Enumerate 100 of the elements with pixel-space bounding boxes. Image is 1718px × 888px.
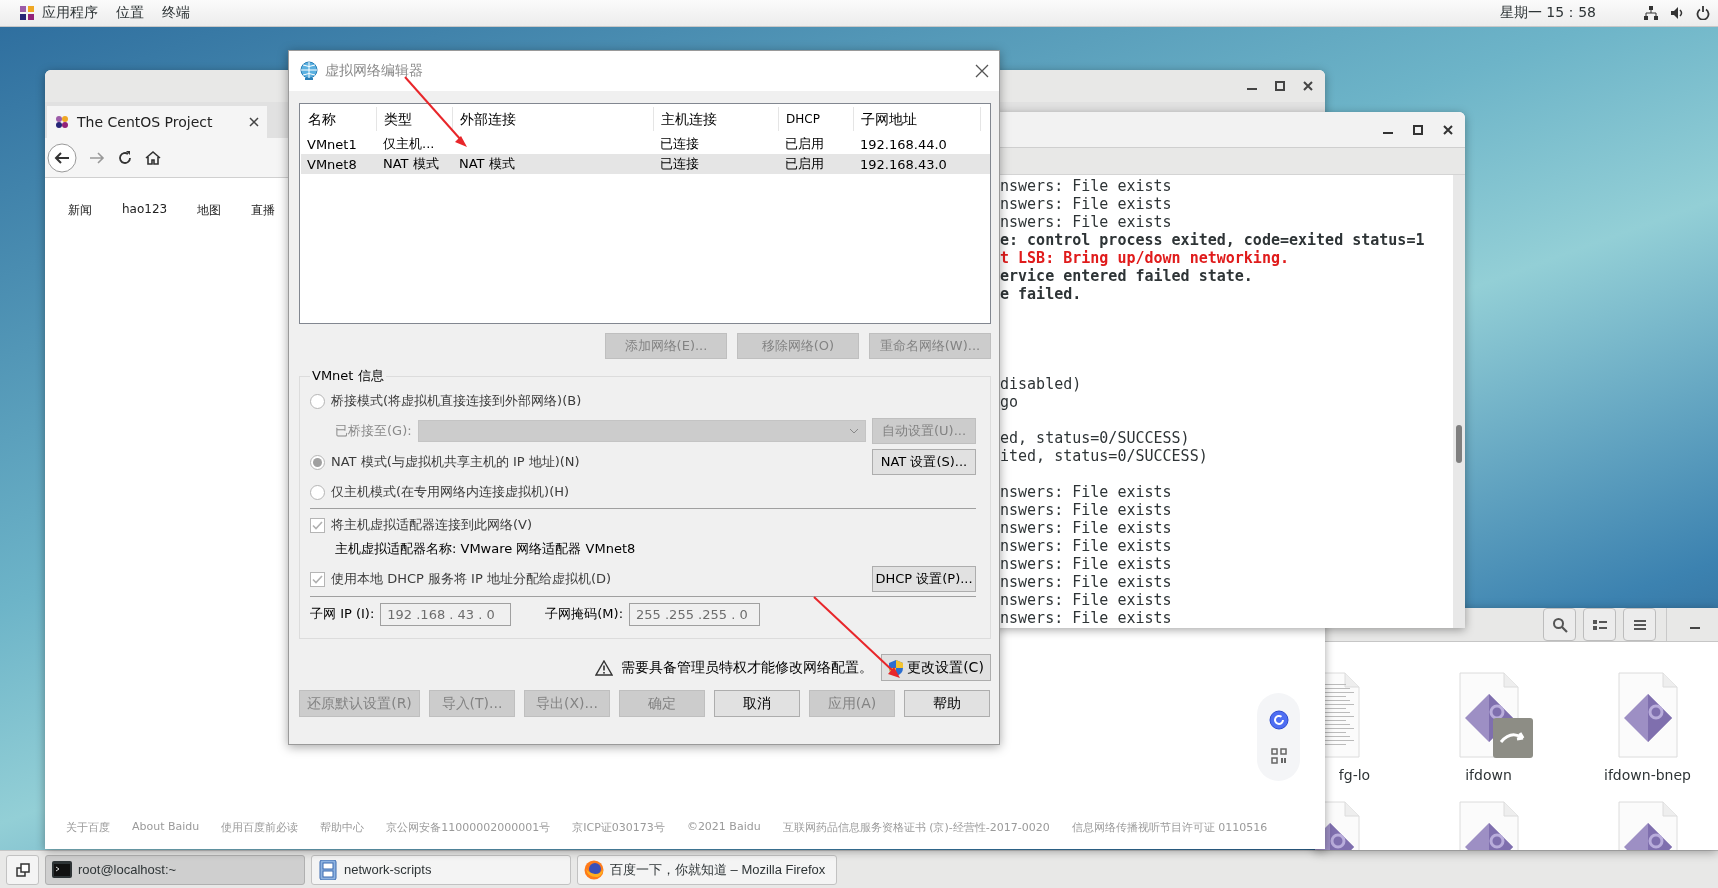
- check-icon: [312, 574, 323, 584]
- radio-button[interactable]: [310, 454, 325, 470]
- network-list[interactable]: 名称 类型 外部连接 主机连接 DHCP 子网地址 VMnet1 仅主机... 已连接 已启用 192.168.44.0 VMnet8 NAT 模式 NAT 模式 已连接 已启用 192.168.43.0: [299, 103, 991, 324]
- dialog-button[interactable]: 帮助: [904, 690, 990, 717]
- back-button[interactable]: [47, 142, 77, 173]
- qr-code-icon[interactable]: [1270, 748, 1287, 764]
- scrollbar-thumb[interactable]: [1456, 425, 1462, 463]
- list-view-icon: [1592, 618, 1607, 631]
- table-cell-text: NAT 模式: [382, 155, 440, 173]
- table-cell-text: 已启用: [784, 155, 825, 173]
- close-icon[interactable]: [1443, 124, 1453, 135]
- terminal-line: e: control process exited, code=exited status=1: [1000, 231, 1426, 249]
- terminal-line: go: [1000, 393, 1020, 411]
- radio-label[interactable]: 仅主机模式(在专用网络内连接虚拟机)(H): [331, 483, 570, 501]
- tab-title[interactable]: The CentOS Project: [77, 114, 241, 130]
- terminal-line: nswers: File exists: [1000, 573, 1173, 591]
- menu-button[interactable]: [1623, 608, 1656, 641]
- column-header[interactable]: 主机连接: [654, 107, 779, 131]
- column-header[interactable]: 名称: [301, 107, 377, 131]
- terminal-line: nswers: File exists: [1000, 177, 1173, 195]
- chevron-down-icon: [849, 428, 859, 434]
- selected-row[interactable]: VMnet8 NAT 模式 NAT 模式 已连接 已启用 192.168.43.0: [301, 154, 990, 174]
- view-toggle-button[interactable]: [1583, 608, 1616, 641]
- dhcp-settings-button[interactable]: DHCP 设置(P)...: [872, 566, 976, 592]
- table-row[interactable]: VMnet1 仅主机... 已连接 已启用 192.168.44.0: [301, 134, 990, 154]
- ip-field[interactable]: 192 .168 . 43 . 0: [380, 602, 512, 626]
- terminal-line: nswers: File exists: [1000, 591, 1173, 609]
- app-logo-icon[interactable]: [20, 6, 34, 20]
- terminal-line: disabled): [1000, 375, 1083, 393]
- pinwheel-icon: [55, 115, 69, 129]
- volume-icon[interactable]: [1670, 6, 1684, 20]
- windows-icon: [15, 862, 30, 877]
- menu-item[interactable]: 终端: [154, 4, 200, 22]
- radio-label[interactable]: NAT 模式(与虚拟机共享主机的 IP 地址)(N): [331, 453, 580, 471]
- script-file-icon[interactable]: [1617, 672, 1678, 759]
- file-name[interactable]: ifdown: [1465, 767, 1512, 783]
- table-cell-text: VMnet1: [306, 136, 358, 152]
- file-cabinet-icon: [318, 859, 338, 880]
- taskbar-item[interactable]: network-scripts: [311, 854, 571, 885]
- radio-button[interactable]: [310, 484, 325, 500]
- column-header[interactable]: 类型: [377, 107, 453, 131]
- close-icon[interactable]: [975, 64, 989, 78]
- table-cell-text: 仅主机...: [382, 135, 436, 153]
- show-desktop-button[interactable]: [6, 854, 39, 885]
- column-header[interactable]: DHCP: [779, 107, 854, 131]
- ip-field[interactable]: 255 .255 .255 . 0: [629, 602, 761, 626]
- globe-icon: [299, 61, 319, 81]
- maximize-icon[interactable]: [1413, 124, 1423, 135]
- nav-link[interactable]: 地图: [197, 202, 222, 219]
- terminal-line: e failed.: [1000, 285, 1083, 303]
- radio-label[interactable]: 桥接模式(将虚拟机直接连接到外部网络)(B): [331, 392, 582, 410]
- table-cell-text: NAT 模式: [458, 155, 516, 173]
- terminal-line: nswers: File exists: [1000, 483, 1173, 501]
- taskbar-item[interactable]: 百度一下，你就知道 – Mozilla Firefox: [577, 854, 837, 885]
- maximize-icon[interactable]: [1275, 81, 1285, 91]
- forward-icon[interactable]: [89, 150, 105, 165]
- nav-link[interactable]: hao123: [122, 202, 168, 219]
- warning-icon: [595, 659, 613, 676]
- taskbar-item[interactable]: root@localhost:~: [45, 854, 305, 885]
- script-link-icon[interactable]: [1458, 672, 1535, 759]
- warning-text: 需要具备管理员特权才能修改网络配置。: [621, 658, 873, 677]
- radio-button[interactable]: [310, 393, 325, 409]
- table-cell-text: 已连接: [659, 135, 700, 153]
- reload-icon[interactable]: [117, 149, 133, 166]
- table-cell-text: 已启用: [784, 135, 825, 153]
- column-header[interactable]: 外部连接: [453, 107, 654, 131]
- terminal-line: nswers: File exists: [1000, 609, 1173, 627]
- menu-item[interactable]: 应用程序: [34, 4, 108, 22]
- terminal-line: nswers: File exists: [1000, 501, 1173, 519]
- menu-item[interactable]: 位置: [108, 4, 154, 22]
- browser-tab[interactable]: The CentOS Project: [47, 106, 267, 138]
- adapter-name: 主机虚拟适配器名称: VMware 网络适配器 VMnet8: [335, 540, 636, 558]
- table-cell-text: 192.168.43.0: [859, 156, 948, 172]
- close-icon[interactable]: [249, 117, 259, 127]
- terminal-icon: [52, 859, 72, 880]
- power-icon[interactable]: [1696, 6, 1710, 20]
- dialog-title: 虚拟网络编辑器: [325, 62, 424, 80]
- field-label: 子网掩码(M):: [545, 605, 624, 623]
- file-name[interactable]: fg-lo: [1338, 767, 1371, 783]
- terminal-line: ed, status=0/SUCCESS): [1000, 429, 1191, 447]
- search-button[interactable]: [1543, 608, 1576, 641]
- home-icon[interactable]: [145, 149, 161, 166]
- file-name[interactable]: ifdown-bnep: [1604, 767, 1691, 783]
- nat-settings-button[interactable]: NAT 设置(S)...: [872, 449, 976, 475]
- nav-link[interactable]: 直播: [251, 202, 276, 219]
- scrollbar[interactable]: [1453, 175, 1465, 628]
- column-header[interactable]: 子网地址: [854, 107, 981, 131]
- dialog-button[interactable]: 取消: [714, 690, 800, 717]
- nav-link[interactable]: 新闻: [68, 202, 92, 219]
- terminal-line: nswers: File exists: [1000, 519, 1173, 537]
- clock[interactable]: 星期一 15：58: [1499, 4, 1596, 22]
- terminal-line: nswers: File exists: [1000, 555, 1173, 573]
- field-label: 子网 IP (I):: [310, 605, 375, 623]
- close-icon[interactable]: [1303, 81, 1313, 91]
- network-icon[interactable]: [1644, 6, 1658, 20]
- table-cell-text: 192.168.44.0: [859, 136, 948, 152]
- refresh-badge-icon[interactable]: [1268, 710, 1289, 730]
- change-settings-button[interactable]: 更改设置(C): [881, 654, 991, 681]
- check-icon: [312, 520, 323, 530]
- error-line: t LSB: Bring up/down networking.: [1000, 249, 1290, 267]
